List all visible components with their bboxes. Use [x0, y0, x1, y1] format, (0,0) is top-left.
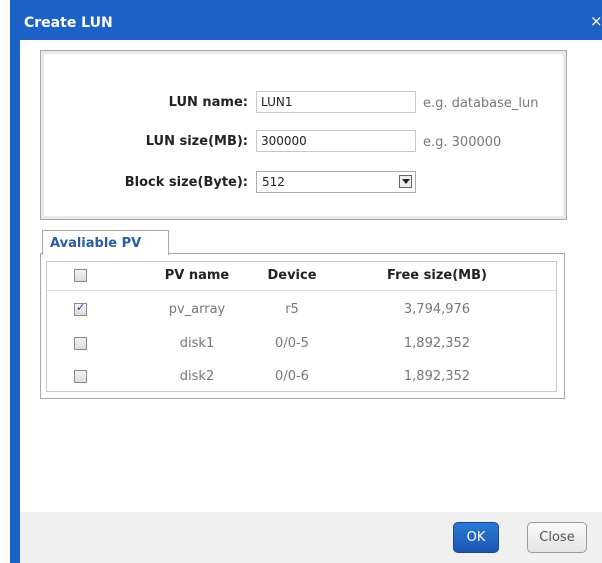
lun-size-row: LUN size(MB): e.g. 300000 — [41, 130, 566, 154]
row-checkbox[interactable] — [74, 370, 87, 383]
table-row[interactable]: pv_array r5 3,794,976 — [47, 296, 556, 324]
header-free-size: Free size(MB) — [387, 268, 487, 283]
block-size-label: Block size(Byte): — [124, 175, 248, 190]
close-button[interactable]: Close — [527, 522, 587, 553]
block-size-value: 512 — [262, 175, 285, 189]
lun-name-input[interactable] — [256, 91, 416, 113]
dialog-title: Create LUN — [24, 15, 113, 31]
lun-form: LUN name: e.g. database_lun LUN size(MB)… — [40, 50, 567, 220]
header-device: Device — [267, 268, 317, 283]
pv-panel: PV name Device Free size(MB) pv_array r5… — [40, 253, 565, 399]
tab-available-pv-label: Avaliable PV — [50, 236, 142, 251]
create-lun-dialog: Create LUN × LUN name: e.g. database_lun… — [10, 0, 602, 563]
device-cell: 0/0-5 — [275, 336, 309, 351]
dialog-content: LUN name: e.g. database_lun LUN size(MB)… — [20, 40, 602, 512]
free-size-cell: 3,794,976 — [403, 302, 471, 317]
pv-name-cell: pv_array — [168, 302, 226, 317]
lun-name-label: LUN name: — [168, 95, 248, 110]
free-size-cell: 1,892,352 — [403, 369, 471, 384]
device-cell: 0/0-6 — [275, 369, 309, 384]
pv-name-cell: disk1 — [179, 336, 215, 351]
lun-name-row: LUN name: e.g. database_lun — [41, 91, 566, 115]
row-checkbox[interactable] — [74, 301, 87, 316]
title-bar[interactable]: Create LUN × — [10, 0, 602, 40]
close-icon[interactable]: × — [590, 13, 602, 29]
chevron-down-icon[interactable] — [399, 175, 412, 188]
block-size-select[interactable]: 512 — [256, 171, 416, 193]
pv-table: PV name Device Free size(MB) pv_array r5… — [46, 261, 557, 392]
header-pv-name: PV name — [164, 268, 230, 283]
tab-available-pv[interactable]: Avaliable PV — [42, 230, 169, 255]
select-all-checkbox[interactable] — [74, 269, 87, 282]
pv-table-header: PV name Device Free size(MB) — [47, 262, 556, 291]
pv-name-cell: disk2 — [179, 369, 215, 384]
device-cell: r5 — [285, 302, 299, 317]
ok-button[interactable]: OK — [453, 522, 499, 553]
lun-size-label: LUN size(MB): — [145, 134, 248, 149]
dialog-footer: OK Close — [20, 512, 602, 563]
free-size-cell: 1,892,352 — [403, 336, 471, 351]
row-checkbox[interactable] — [74, 337, 87, 350]
table-row[interactable]: disk1 0/0-5 1,892,352 — [47, 330, 556, 358]
lun-name-hint: e.g. database_lun — [423, 96, 539, 111]
block-size-row: Block size(Byte): 512 — [41, 171, 566, 195]
lun-size-input[interactable] — [256, 130, 416, 152]
table-row[interactable]: disk2 0/0-6 1,892,352 — [47, 363, 556, 391]
lun-size-hint: e.g. 300000 — [423, 135, 502, 150]
